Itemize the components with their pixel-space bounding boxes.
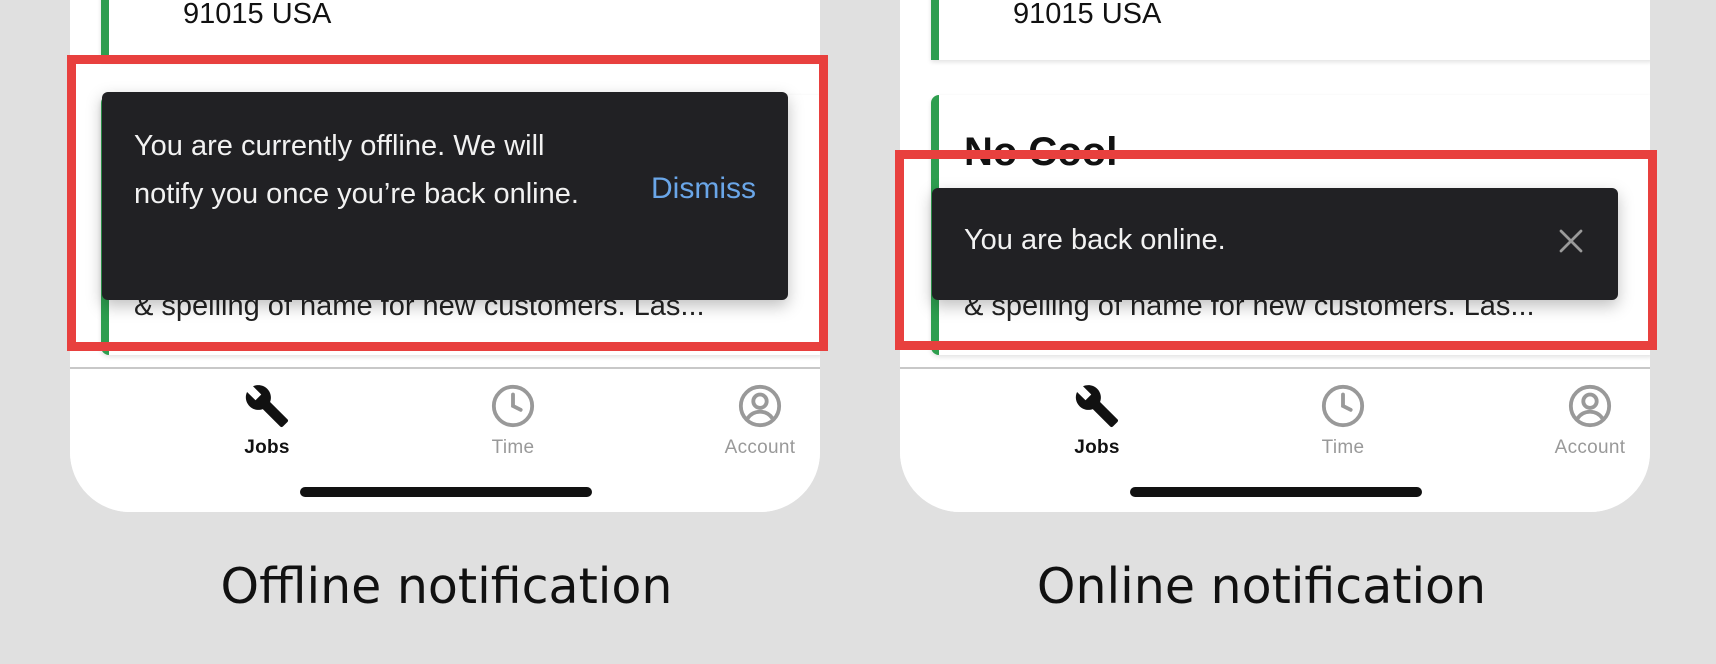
online-toast: You are back online. [932,188,1618,300]
tab-bar: Jobs Time Account [70,367,820,512]
job-title: No Cool [964,130,1118,174]
job-address: 91015 USA [1013,0,1162,30]
tab-account[interactable]: Account [690,383,820,459]
tab-label: Time [1321,437,1365,458]
tab-jobs[interactable]: Jobs [197,383,337,459]
offline-notification-panel: 91015 USA & spelling of name for new cus… [0,0,830,664]
tab-bar: Jobs Time Account [900,367,1650,512]
wrench-icon [245,385,289,428]
tab-label: Account [724,437,796,458]
toast-message: You are back online. [964,224,1226,256]
tab-label: Jobs [1074,437,1120,458]
account-icon [738,384,782,428]
home-indicator [1130,487,1422,497]
clock-icon [491,384,535,428]
job-address: 91015 USA [183,0,332,30]
dismiss-button[interactable]: Dismiss [651,172,756,206]
toast-message: You are currently offline. We will notif… [134,130,579,210]
tab-time[interactable]: Time [443,383,583,459]
clock-icon [1321,384,1365,428]
tab-account[interactable]: Account [1520,383,1650,459]
tab-jobs[interactable]: Jobs [1027,383,1167,459]
home-indicator [300,487,592,497]
account-icon [1568,384,1612,428]
caption: Online notification [1036,558,1487,615]
job-card[interactable]: 91015 USA [931,0,1650,60]
job-card[interactable]: 91015 USA [101,0,820,60]
tab-label: Account [1554,437,1626,458]
online-notification-panel: 91015 USA No Cool & spelling of name for… [830,0,1660,664]
tab-label: Time [491,437,535,458]
caption: Offline notification [220,558,673,615]
tab-time[interactable]: Time [1273,383,1413,459]
wrench-icon [1075,385,1119,428]
close-icon[interactable] [1556,226,1586,256]
offline-toast: You are currently offline. We will notif… [102,92,788,300]
tab-label: Jobs [244,437,290,458]
